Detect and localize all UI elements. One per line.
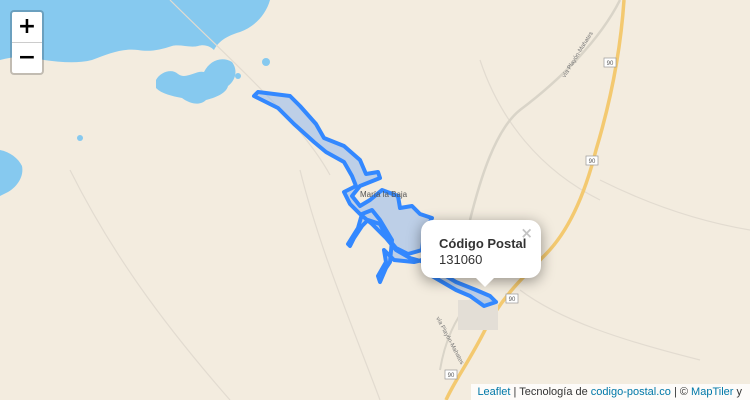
- popup-tip: [475, 277, 495, 287]
- svg-text:90: 90: [589, 159, 596, 165]
- map-view[interactable]: 90 90 90 90 vía Playón-Mahates vía Playó…: [0, 0, 750, 400]
- secondary-road: [468, 0, 622, 221]
- attribution-bar: Leaflet | Tecnología de codigo-postal.co…: [471, 384, 750, 400]
- maptiler-link[interactable]: MapTiler: [691, 386, 733, 398]
- route-shield-lower: 90: [505, 293, 519, 304]
- attribution-text-3: y: [733, 386, 742, 398]
- route-shield-middle: 90: [585, 155, 599, 166]
- attribution-text-1: | Tecnología de: [510, 386, 591, 398]
- popup-postal-code: 131060: [439, 252, 483, 267]
- leaflet-link[interactable]: Leaflet: [477, 386, 510, 398]
- highway-90: [444, 0, 626, 400]
- zoom-out-button[interactable]: −: [12, 43, 42, 73]
- town-label: María la Baja: [360, 190, 408, 199]
- postal-code-popup: × Código Postal 131060: [421, 220, 541, 287]
- svg-text:90: 90: [509, 297, 516, 303]
- popup-content: Código Postal 131060: [439, 236, 526, 268]
- zoom-control: + −: [10, 10, 44, 75]
- codigo-postal-link[interactable]: codigo-postal.co: [591, 386, 671, 398]
- svg-text:90: 90: [607, 61, 614, 67]
- road-label-upper: vía Playón-Mahates: [562, 31, 595, 79]
- popup-title: Código Postal: [439, 236, 527, 251]
- pond-water: [156, 59, 236, 104]
- map-tiles: 90 90 90 90 vía Playón-Mahates vía Playó…: [0, 0, 750, 400]
- svg-text:90: 90: [448, 373, 455, 379]
- route-shield-south: 90: [444, 369, 458, 380]
- route-shield-north: 90: [603, 57, 617, 68]
- attribution-text-2: | ©: [670, 386, 692, 398]
- zoom-in-button[interactable]: +: [12, 12, 42, 43]
- left-water: [0, 150, 23, 196]
